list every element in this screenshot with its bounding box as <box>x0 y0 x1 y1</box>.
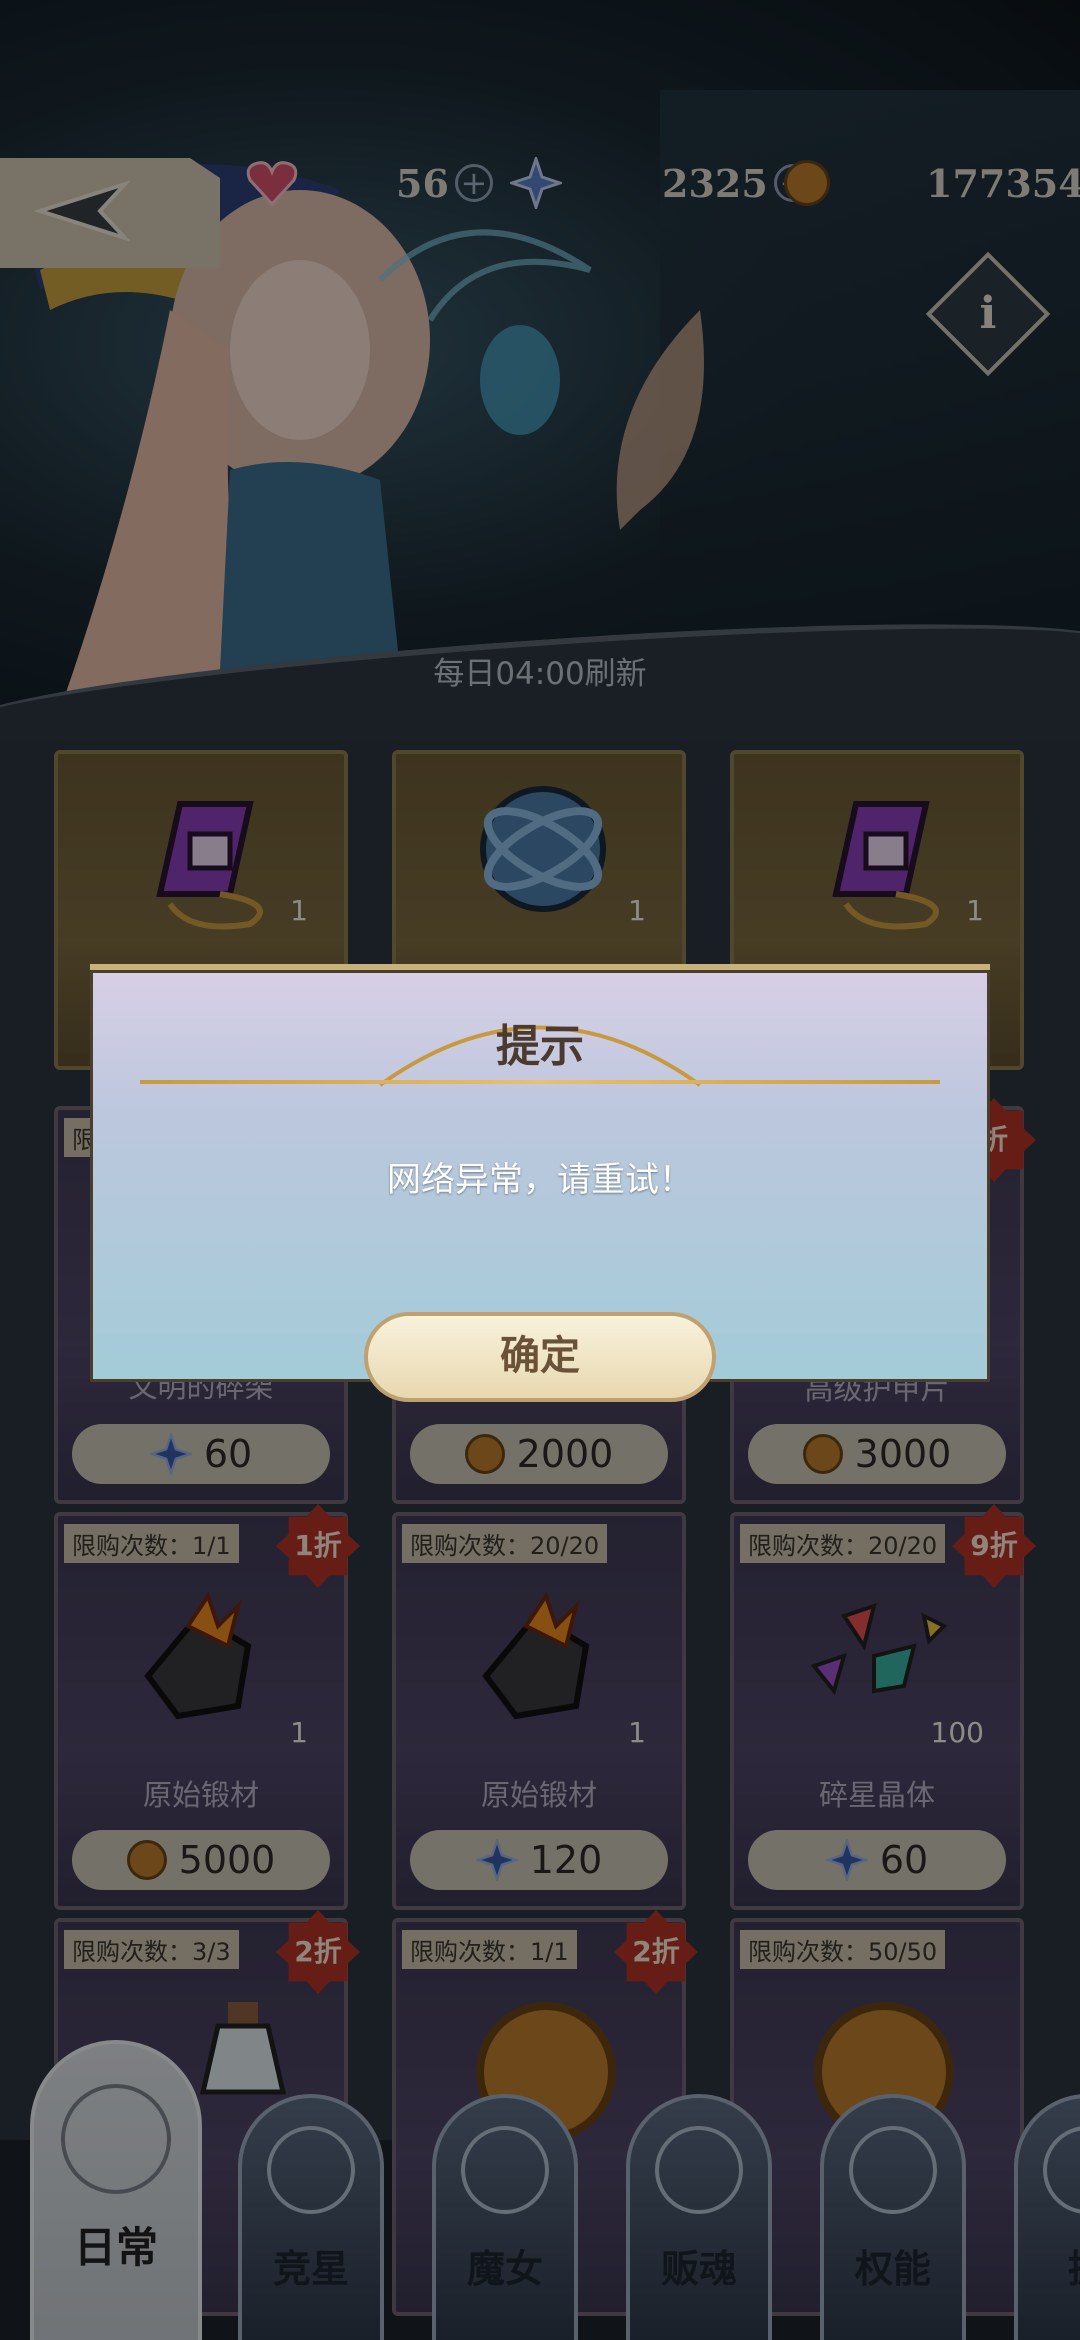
app-root: 每日04:00刷新 56 + 2325 + 177354 i 1 1 <box>0 0 1080 2340</box>
dialog-message: 网络异常，请重试！ <box>387 1160 693 1200</box>
dialog-divider <box>140 1080 940 1084</box>
confirm-button[interactable]: 确定 <box>364 1312 716 1402</box>
dialog-title: 提示 <box>496 1021 584 1072</box>
